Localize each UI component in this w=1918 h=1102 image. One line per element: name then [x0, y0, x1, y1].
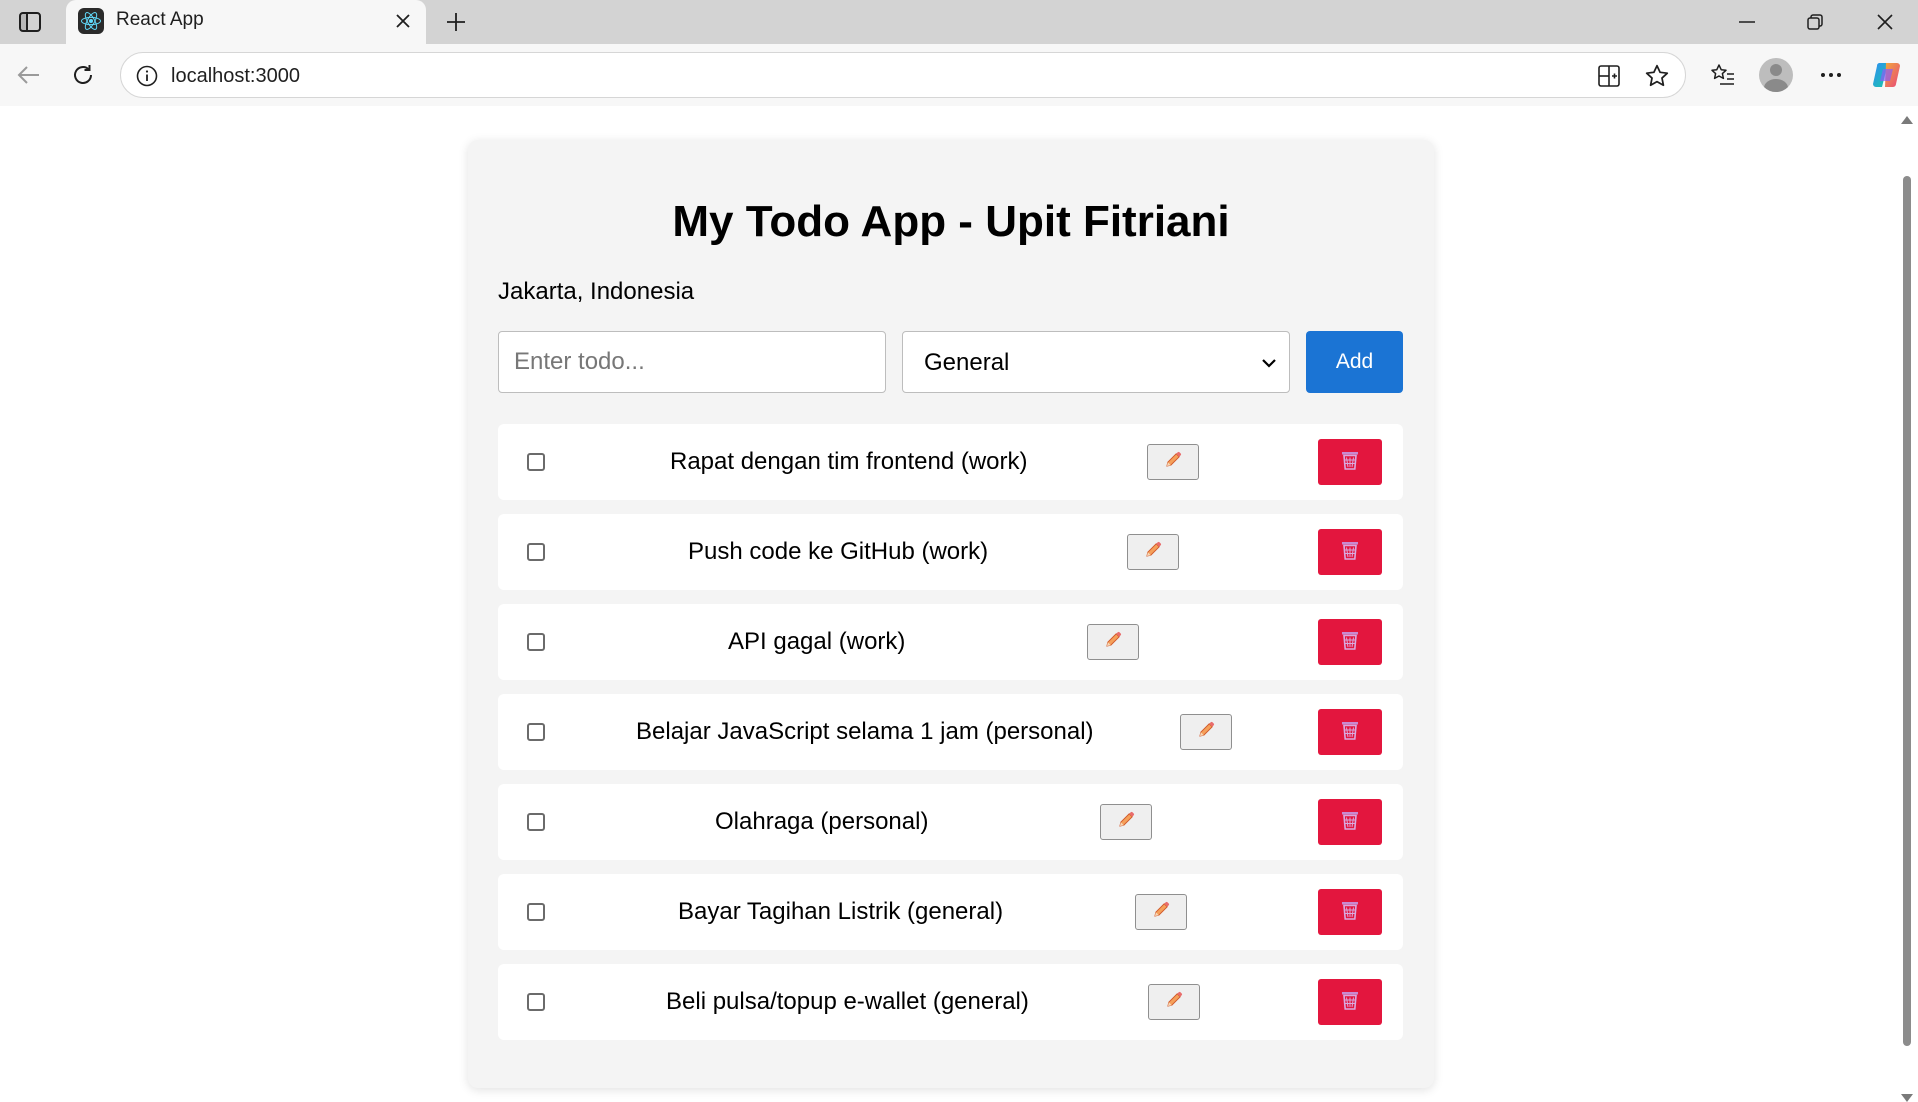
- pencil-icon: [1143, 540, 1163, 565]
- todo-card: My Todo App - Upit Fitriani Jakarta, Ind…: [468, 140, 1434, 1088]
- scrollbar-thumb[interactable]: [1903, 176, 1911, 1046]
- pencil-icon: [1116, 810, 1136, 835]
- trash-icon: [1340, 449, 1360, 476]
- page-viewport: My Todo App - Upit Fitriani Jakarta, Ind…: [6, 106, 1896, 1102]
- more-icon[interactable]: [1812, 56, 1850, 94]
- todo-item: API gagal (work): [498, 604, 1403, 680]
- browser-tab[interactable]: React App: [66, 0, 426, 44]
- react-logo-icon: [78, 8, 104, 34]
- pencil-icon: [1163, 450, 1183, 475]
- trash-icon: [1340, 809, 1360, 836]
- pencil-icon: [1196, 720, 1216, 745]
- edit-button[interactable]: [1147, 444, 1199, 480]
- split-screen-icon[interactable]: [1595, 62, 1623, 90]
- todo-checkbox[interactable]: [527, 633, 545, 651]
- refresh-icon[interactable]: [64, 56, 102, 94]
- add-button[interactable]: Add: [1306, 331, 1403, 393]
- todo-checkbox[interactable]: [527, 813, 545, 831]
- pencil-icon: [1151, 900, 1171, 925]
- info-icon[interactable]: [135, 64, 159, 88]
- edit-button[interactable]: [1180, 714, 1232, 750]
- scroll-down-arrow-icon[interactable]: [1901, 1094, 1913, 1102]
- tab-title: React App: [116, 9, 204, 30]
- todo-item: Olahraga (personal): [498, 784, 1403, 860]
- todo-checkbox[interactable]: [527, 993, 545, 1011]
- todo-text: Belajar JavaScript selama 1 jam (persona…: [636, 718, 1094, 745]
- todo-checkbox[interactable]: [527, 903, 545, 921]
- browser-toolbar: localhost:3000: [0, 44, 1918, 106]
- back-arrow-icon[interactable]: [10, 56, 48, 94]
- close-icon[interactable]: [390, 8, 416, 34]
- trash-icon: [1340, 899, 1360, 926]
- todo-text: Olahraga (personal): [715, 808, 929, 835]
- todo-item: Rapat dengan tim frontend (work): [498, 424, 1403, 500]
- delete-button[interactable]: [1318, 979, 1382, 1025]
- sidebar-toggle-icon[interactable]: [16, 8, 44, 36]
- edit-button[interactable]: [1148, 984, 1200, 1020]
- todo-item: Bayar Tagihan Listrik (general): [498, 874, 1403, 950]
- tab-bar: React App: [0, 0, 1918, 44]
- edit-button[interactable]: [1087, 624, 1139, 660]
- category-select-value: General: [924, 349, 1010, 376]
- pencil-icon: [1164, 990, 1184, 1015]
- edit-button[interactable]: [1127, 534, 1179, 570]
- todo-item: Belajar JavaScript selama 1 jam (persona…: [498, 694, 1403, 770]
- todo-text: API gagal (work): [728, 628, 906, 655]
- delete-button[interactable]: [1318, 889, 1382, 935]
- location-text: Jakarta, Indonesia: [498, 278, 695, 305]
- avatar-icon[interactable]: [1757, 56, 1795, 94]
- todo-item: Push code ke GitHub (work): [498, 514, 1403, 590]
- edit-button[interactable]: [1100, 804, 1152, 840]
- todo-checkbox[interactable]: [527, 723, 545, 741]
- edit-button[interactable]: [1135, 894, 1187, 930]
- todo-checkbox[interactable]: [527, 453, 545, 471]
- todo-text: Beli pulsa/topup e-wallet (general): [666, 988, 1029, 1015]
- todo-checkbox[interactable]: [527, 543, 545, 561]
- delete-button[interactable]: [1318, 619, 1382, 665]
- copilot-icon[interactable]: [1868, 56, 1906, 94]
- url-text[interactable]: localhost:3000: [171, 64, 300, 88]
- todo-text: Bayar Tagihan Listrik (general): [678, 898, 1004, 925]
- delete-button[interactable]: [1318, 799, 1382, 845]
- delete-button[interactable]: [1318, 709, 1382, 755]
- pencil-icon: [1103, 630, 1123, 655]
- todo-input[interactable]: [498, 331, 886, 393]
- vertical-scrollbar[interactable]: [1896, 106, 1918, 1102]
- delete-button[interactable]: [1318, 529, 1382, 575]
- trash-icon: [1340, 629, 1360, 656]
- todo-item: Beli pulsa/topup e-wallet (general): [498, 964, 1403, 1040]
- window-close-icon[interactable]: [1862, 4, 1908, 40]
- minimize-icon[interactable]: [1724, 4, 1770, 40]
- page-title: My Todo App - Upit Fitriani: [672, 197, 1230, 246]
- trash-icon: [1340, 539, 1360, 566]
- restore-icon[interactable]: [1792, 4, 1838, 40]
- todo-text: Rapat dengan tim frontend (work): [670, 448, 1028, 475]
- favorites-list-icon[interactable]: [1704, 56, 1742, 94]
- trash-icon: [1340, 719, 1360, 746]
- trash-icon: [1340, 989, 1360, 1016]
- delete-button[interactable]: [1318, 439, 1382, 485]
- scroll-up-arrow-icon[interactable]: [1901, 116, 1913, 124]
- star-icon[interactable]: [1643, 62, 1671, 90]
- plus-icon[interactable]: [438, 4, 474, 40]
- address-bar[interactable]: localhost:3000: [120, 52, 1686, 98]
- todo-text: Push code ke GitHub (work): [688, 538, 989, 565]
- category-select[interactable]: General: [902, 331, 1290, 393]
- chevron-down-icon: [1259, 353, 1279, 373]
